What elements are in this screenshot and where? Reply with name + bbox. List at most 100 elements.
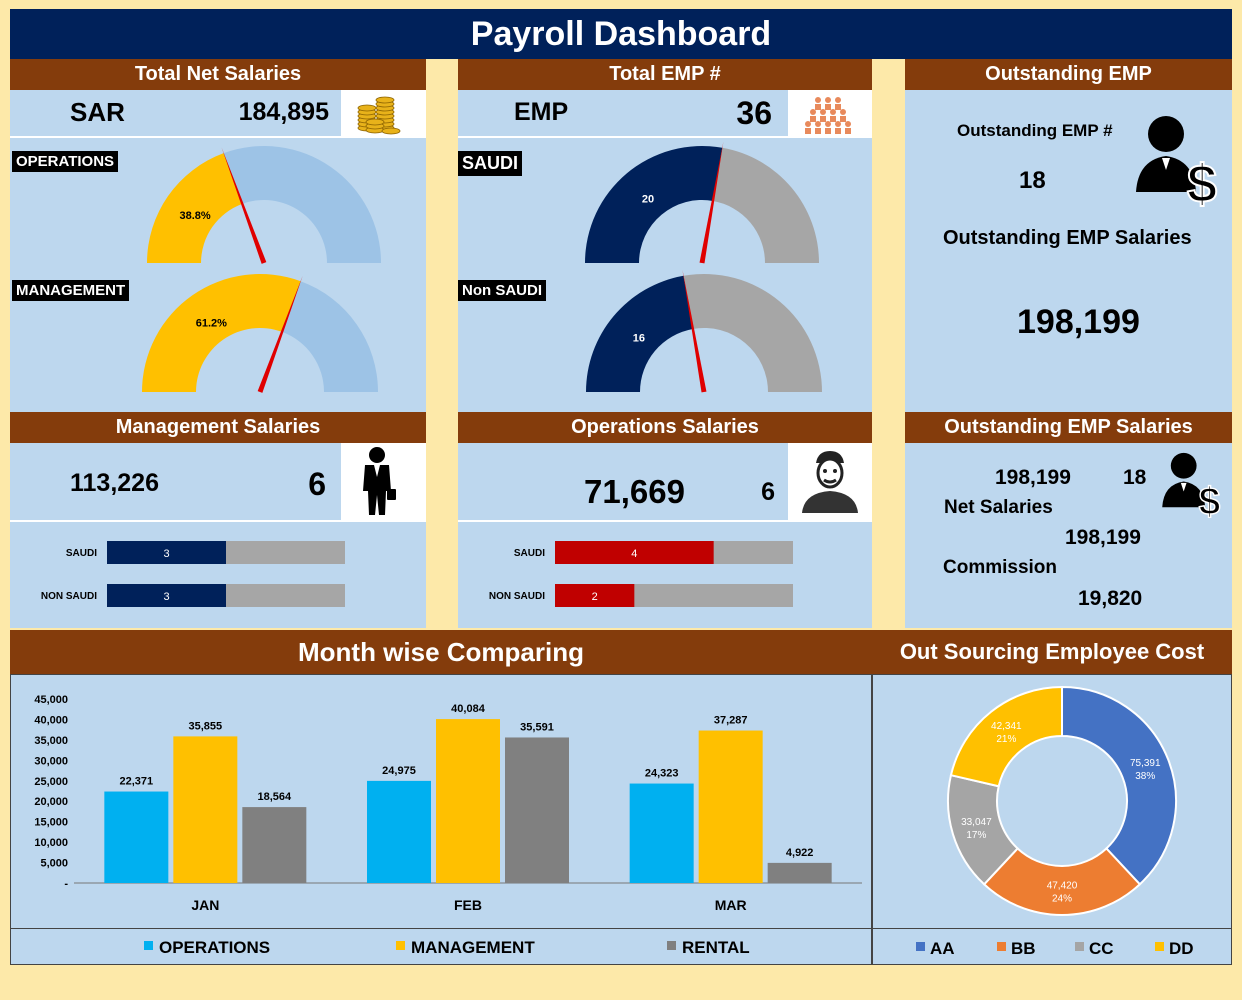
- legend-swatch: [1075, 942, 1084, 951]
- employee-dollar-icon: $: [1160, 450, 1226, 524]
- outstanding-count: 18: [1019, 167, 1046, 194]
- saudi-gauge-rest: [712, 147, 819, 263]
- legend-swatch: [667, 941, 676, 950]
- operations-gauge-rest: [223, 146, 381, 263]
- operations-salaries-amount: 71,669: [584, 473, 685, 510]
- net-salaries-label: Net Salaries: [944, 497, 1053, 518]
- legend-label: DD: [1169, 939, 1194, 958]
- non-saudi-gauge-label: 16: [633, 332, 645, 344]
- legend-label: BB: [1011, 939, 1036, 958]
- management-nationality-bars: SAUDI 3 NON SAUDI 3: [41, 541, 345, 607]
- y-tick-label: 5,000: [40, 858, 68, 870]
- outstanding-salaries: 198,199: [1017, 303, 1140, 341]
- bar-data-label: 37,287: [714, 715, 748, 727]
- legend-label: CC: [1089, 939, 1114, 958]
- operations-gauge-fill: [147, 153, 243, 263]
- total-emp-count: 36: [736, 95, 772, 131]
- outsourcing-donut-chart: 75,391 38% 47,420 24% 33,047 17% 42,341 21% AA BB…: [916, 685, 1194, 958]
- x-tick-label: JAN: [191, 897, 219, 913]
- month-chart-header: Month wise Comparing: [10, 630, 872, 674]
- operations-bar-value: 2: [592, 591, 598, 603]
- management-bar-label: SAUDI: [66, 548, 97, 559]
- outstanding-count-label: Outstanding EMP #: [957, 121, 1113, 140]
- management-gauge-rest: [282, 281, 378, 392]
- month-bar-chart: - 5,000 10,000 15,000 20,000 25,000 30,000 35,0…: [34, 694, 862, 957]
- operations-gauge-label: 38.8%: [180, 210, 211, 222]
- legend-swatch: [997, 942, 1006, 951]
- bar-operations: [629, 783, 694, 883]
- total-emp-gauges: 2016: [585, 141, 822, 393]
- donut-percent-label: 38%: [1135, 771, 1155, 782]
- operations-bar-label: SAUDI: [514, 548, 545, 559]
- bar-data-label: 24,323: [645, 768, 679, 780]
- y-tick-label: 30,000: [34, 755, 68, 767]
- bar-rental: [767, 862, 832, 883]
- outstanding-salaries-amount: 198,199: [995, 466, 1071, 489]
- svg-text:$: $: [1187, 154, 1217, 207]
- y-tick-label: 10,000: [34, 837, 68, 849]
- outstanding-header: Outstanding EMP: [905, 59, 1232, 90]
- net-salaries-header: Total Net Salaries: [10, 59, 426, 90]
- bar-operations: [367, 780, 431, 883]
- donut-percent-label: 24%: [1052, 894, 1072, 905]
- people-group-icon: [788, 90, 872, 136]
- commission-label: Commission: [943, 557, 1058, 578]
- employee-dollar-icon: $: [1134, 112, 1224, 215]
- donut-value-label: 33,047: [961, 817, 992, 828]
- y-tick-label: 20,000: [34, 796, 68, 808]
- outstanding-salaries-label: Outstanding EMP Salaries: [943, 227, 1192, 249]
- bar-operations: [104, 791, 169, 883]
- bar-rental: [242, 807, 307, 883]
- management-gauge-label: 61.2%: [196, 317, 227, 329]
- outstanding-salaries-header: Outstanding EMP Salaries: [905, 412, 1232, 443]
- y-tick-label: -: [64, 878, 68, 890]
- total-emp-header: Total EMP #: [458, 59, 872, 90]
- donut-percent-label: 17%: [966, 830, 986, 841]
- operations-salaries-count: 6: [761, 478, 775, 506]
- bar-data-label: 35,591: [520, 721, 554, 733]
- management-salaries-header: Management Salaries: [10, 412, 426, 443]
- dashboard-title: Payroll Dashboard: [10, 9, 1232, 59]
- legend-label: RENTAL: [682, 938, 750, 957]
- bar-management: [173, 736, 238, 883]
- businessman-icon: [341, 443, 426, 520]
- y-tick-label: 40,000: [34, 714, 68, 726]
- net-salaries-currency: SAR: [70, 97, 125, 127]
- management-gauge-fill: [142, 273, 301, 392]
- donut-percent-label: 21%: [996, 734, 1016, 745]
- management-salaries-amount: 113,226: [70, 469, 159, 497]
- non-saudi-gauge-rest: [683, 274, 822, 392]
- bar-data-label: 35,855: [189, 720, 223, 732]
- operations-nationality-bars: SAUDI 4 NON SAUDI 2: [489, 541, 793, 607]
- legend-label: OPERATIONS: [159, 938, 270, 957]
- bar-data-label: 4,922: [786, 847, 814, 859]
- operations-salaries-header: Operations Salaries: [458, 412, 872, 443]
- x-tick-label: FEB: [454, 897, 482, 913]
- management-bar-value: 3: [163, 548, 169, 560]
- bar-data-label: 24,975: [382, 765, 416, 777]
- y-tick-label: 35,000: [34, 735, 68, 747]
- y-tick-label: 25,000: [34, 776, 68, 788]
- net-salaries-amount: 184,895: [238, 98, 329, 126]
- legend-label: AA: [930, 939, 955, 958]
- net-salaries-value: 198,199: [1065, 526, 1141, 549]
- y-tick-label: 15,000: [34, 817, 68, 829]
- donut-value-label: 75,391: [1130, 758, 1161, 769]
- legend-label: MANAGEMENT: [411, 938, 535, 957]
- saudi-gauge-label: 20: [642, 194, 654, 206]
- y-tick-label: 45,000: [34, 694, 68, 706]
- commission-value: 19,820: [1078, 587, 1143, 610]
- total-emp-label: EMP: [514, 98, 569, 126]
- x-tick-label: MAR: [715, 897, 747, 913]
- legend-swatch: [916, 942, 925, 951]
- net-salaries-gauges: 38.8% 61.2%: [142, 146, 381, 393]
- donut-slice-aa: [1061, 685, 1177, 886]
- bar-data-label: 18,564: [258, 791, 293, 803]
- legend-swatch: [144, 941, 153, 950]
- worker-icon: [788, 443, 872, 520]
- outstanding-salaries-count: 18: [1123, 466, 1147, 489]
- bar-data-label: 22,371: [120, 776, 154, 788]
- bar-management: [436, 719, 500, 883]
- management-bar-label: NON SAUDI: [41, 591, 97, 602]
- bar-data-label: 40,084: [451, 703, 486, 715]
